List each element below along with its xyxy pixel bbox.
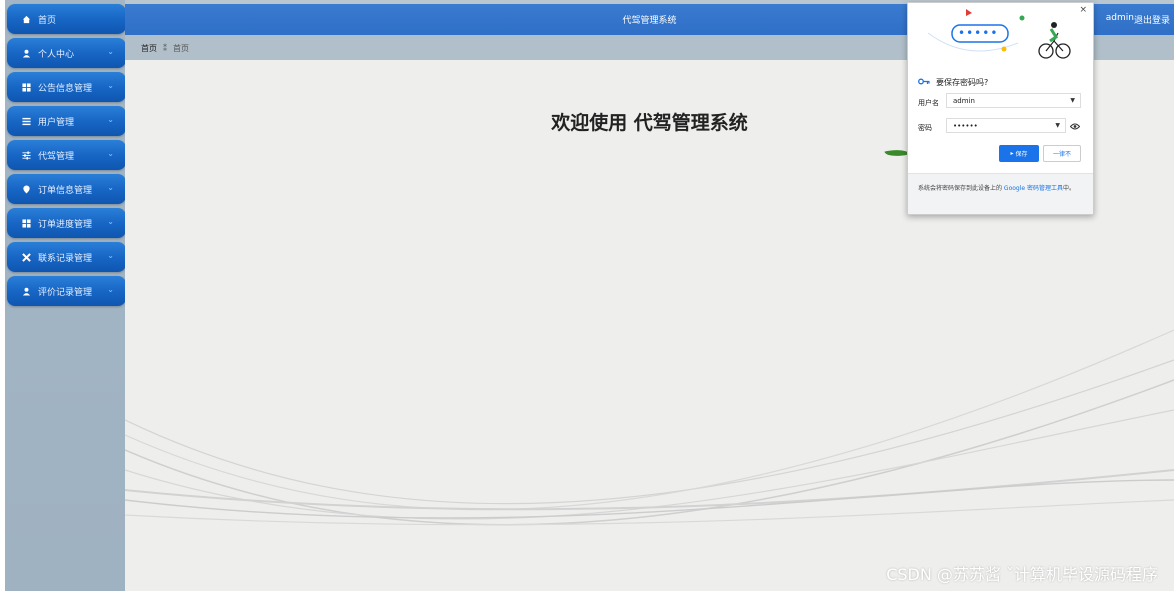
pin-icon — [20, 183, 32, 195]
breadcrumb-separator: ⁑ — [163, 44, 167, 53]
user-icon — [20, 47, 32, 59]
sidebar-item-home[interactable]: 首页 — [7, 4, 126, 34]
password-label: 密码 — [918, 124, 932, 132]
sidebar-item-label: 个人中心 — [38, 49, 75, 60]
chevron-down-icon: ⌄ — [107, 251, 114, 260]
watermark: CSDN @苏苏酱 ˇ计算机毕设源码程序 — [886, 565, 1158, 584]
logout-link[interactable]: 退出登录 — [1134, 13, 1170, 26]
sidebar-item-label: 首页 — [38, 15, 57, 26]
sidebar-item-label: 订单进度管理 — [38, 219, 93, 230]
illustration — [927, 9, 1071, 59]
footer-text: 系统会将密码保存到此设备上的 — [918, 185, 1004, 192]
chevron-down-icon: ⌄ — [107, 183, 114, 192]
footer-tail: 中。 — [1063, 185, 1076, 192]
dropdown-arrow-icon[interactable]: ▼ — [1070, 97, 1075, 104]
dialog-title: 要保存密码吗? — [936, 78, 989, 87]
current-user: admin — [1105, 13, 1134, 23]
close-icon[interactable]: × — [1079, 5, 1087, 15]
sidebar-item-driver[interactable]: 代驾管理 ⌄ — [7, 140, 126, 170]
password-field[interactable]: •••••• ▼ — [946, 118, 1066, 133]
sidebar-item-label: 用户管理 — [38, 117, 75, 128]
password-manager-link[interactable]: Google 密码管理工具 — [1004, 185, 1063, 192]
dropdown-arrow-icon[interactable]: ▼ — [1055, 122, 1060, 129]
list-icon — [20, 115, 32, 127]
sidebar-item-profile[interactable]: 个人中心 ⌄ — [7, 38, 126, 68]
sidebar-item-label: 代驾管理 — [38, 151, 75, 162]
chevron-down-icon: ⌄ — [107, 149, 114, 158]
save-button[interactable]: ▸ 保存 — [999, 145, 1039, 162]
sliders-icon — [20, 149, 32, 161]
password-dots: ••••• — [958, 26, 999, 40]
sidebar-item-reviews[interactable]: 评价记录管理 ⌄ — [7, 276, 126, 306]
sidebar-item-label: 评价记录管理 — [38, 287, 93, 298]
key-icon — [918, 78, 930, 88]
username-field[interactable]: admin ▼ — [946, 93, 1081, 108]
breadcrumb-current: 首页 — [173, 44, 189, 53]
user-icon — [20, 285, 32, 297]
chevron-down-icon: ⌄ — [107, 115, 114, 124]
grid-icon — [20, 217, 32, 229]
chevron-down-icon: ⌄ — [107, 285, 114, 294]
home-icon — [20, 13, 32, 25]
grid-icon — [20, 81, 32, 93]
eye-icon[interactable] — [1069, 123, 1081, 132]
sidebar-item-progress[interactable]: 订单进度管理 ⌄ — [7, 208, 126, 238]
save-password-dialog: ••••• × 要保存密码吗? 用户名 admin ▼ 密码 •••••• ▼ … — [907, 2, 1094, 215]
cursor-icon: ▸ — [1010, 150, 1014, 157]
never-button[interactable]: 一律不 — [1043, 145, 1081, 162]
sidebar-item-notice[interactable]: 公告信息管理 ⌄ — [7, 72, 126, 102]
username-label: 用户名 — [918, 99, 939, 107]
sidebar-item-users[interactable]: 用户管理 ⌄ — [7, 106, 126, 136]
chevron-down-icon: ⌄ — [107, 217, 114, 226]
sidebar-item-contact[interactable]: 联系记录管理 ⌄ — [7, 242, 126, 272]
dialog-heading: 要保存密码吗? — [918, 77, 988, 88]
breadcrumb: 首页 ⁑ 首页 — [141, 43, 189, 54]
dialog-footer: 系统会将密码保存到此设备上的 Google 密码管理工具中。 — [908, 173, 1093, 214]
sidebar-item-label: 联系记录管理 — [38, 253, 93, 264]
cross-icon — [20, 251, 32, 263]
save-button-label: 保存 — [1015, 151, 1028, 158]
chevron-down-icon: ⌄ — [107, 81, 114, 90]
sidebar-item-orders[interactable]: 订单信息管理 ⌄ — [7, 174, 126, 204]
sidebar-item-label: 公告信息管理 — [38, 83, 93, 94]
password-value: •••••• — [953, 121, 978, 130]
sidebar-item-label: 订单信息管理 — [38, 185, 93, 196]
chevron-down-icon: ⌄ — [107, 47, 114, 56]
breadcrumb-home[interactable]: 首页 — [141, 44, 157, 53]
sidebar: 首页 个人中心 ⌄ 公告信息管理 ⌄ 用户管理 ⌄ 代驾管理 ⌄ 订单信息管理 … — [0, 0, 126, 591]
username-value: admin — [953, 96, 975, 105]
